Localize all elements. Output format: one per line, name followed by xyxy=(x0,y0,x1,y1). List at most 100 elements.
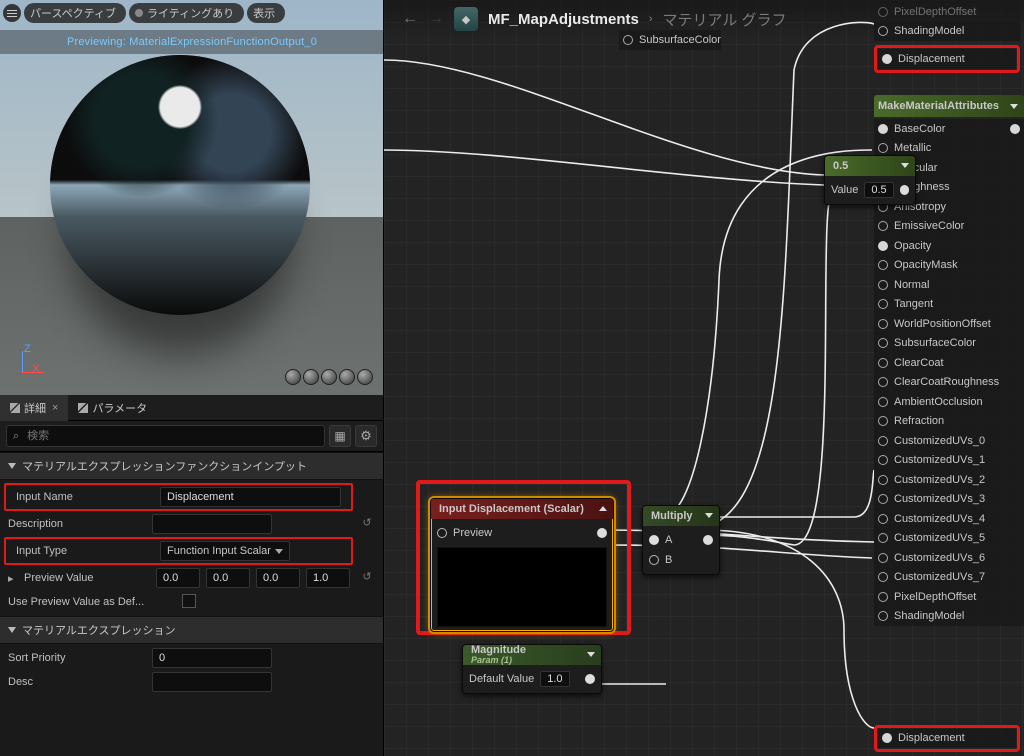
pin-label: PixelDepthOffset xyxy=(894,591,976,603)
viewport-perspective-button[interactable]: パースペクティブ xyxy=(24,3,126,23)
viewport-show-button[interactable]: 表示 xyxy=(247,3,285,23)
description-field[interactable] xyxy=(152,514,272,534)
pin-subsurfacecolor[interactable]: SubsurfaceColor xyxy=(874,334,1024,354)
pin-label: Tangent xyxy=(894,298,933,310)
pin-dot-icon xyxy=(878,592,888,602)
pin-displacement-bottom[interactable]: Displacement xyxy=(878,729,1016,749)
viewport-menu-button[interactable] xyxy=(3,4,21,22)
pin-opacity[interactable]: Opacity xyxy=(874,236,1024,256)
shape-icon[interactable] xyxy=(357,369,373,385)
chevron-up-icon[interactable] xyxy=(705,513,713,518)
pin-label: Opacity xyxy=(894,240,931,252)
node-input-displacement[interactable]: Input Displacement (Scalar) Preview xyxy=(430,498,614,632)
pin-basecolor[interactable]: BaseColor xyxy=(874,119,1024,139)
shape-icon[interactable] xyxy=(303,369,319,385)
pin-pixeldepthoffset[interactable]: PixelDepthOffset xyxy=(874,587,1024,607)
chevron-up-icon[interactable] xyxy=(901,163,909,168)
pin-shadingmodel-top[interactable]: ShadingModel xyxy=(874,22,1020,42)
material-preview-viewport[interactable]: パースペクティブ ライティングあり 表示 Previewing: Materia… xyxy=(0,0,384,395)
pin-label: ClearCoatRoughness xyxy=(894,376,999,388)
details-search-input[interactable] xyxy=(25,429,318,443)
shape-icon[interactable] xyxy=(339,369,355,385)
pin-shadingmodel[interactable]: ShadingModel xyxy=(874,607,1024,627)
preview-z-field[interactable] xyxy=(256,568,300,588)
input-name-field[interactable] xyxy=(160,487,341,507)
category-function-input[interactable]: マテリアルエクスプレッションファンクションインプット xyxy=(0,452,383,480)
tab-parameters[interactable]: パラメータ xyxy=(68,395,157,421)
prop-preview-value: ▸ Preview Value ↺ xyxy=(0,566,383,590)
pin-opacitymask[interactable]: OpacityMask xyxy=(874,256,1024,276)
chevron-up-icon[interactable] xyxy=(599,506,607,511)
pin-dot-icon xyxy=(878,514,888,524)
pin-customizeduvs_6[interactable]: CustomizedUVs_6 xyxy=(874,548,1024,568)
reset-icon[interactable]: ↺ xyxy=(359,570,375,586)
node-header-makeattr[interactable]: MakeMaterialAttributes xyxy=(874,95,1024,117)
pin-clearcoat[interactable]: ClearCoat xyxy=(874,353,1024,373)
previewing-text: Previewing: MaterialExpressionFunctionOu… xyxy=(67,36,317,48)
pin-refraction[interactable]: Refraction xyxy=(874,412,1024,432)
shape-icon[interactable] xyxy=(321,369,337,385)
expand-icon[interactable]: ▸ xyxy=(8,572,20,585)
node-multiply-title: Multiply xyxy=(651,510,693,522)
preview-shape-selector[interactable] xyxy=(285,369,373,385)
pin-customizeduvs_5[interactable]: CustomizedUVs_5 xyxy=(874,529,1024,549)
desc-field[interactable] xyxy=(152,672,272,692)
sort-priority-field[interactable] xyxy=(152,648,272,668)
output-pin[interactable] xyxy=(1010,124,1020,134)
use-preview-checkbox[interactable] xyxy=(182,594,196,608)
property-matrix-button[interactable]: ▦ xyxy=(329,425,351,447)
material-graph-canvas[interactable]: ← → ◆ MF_MapAdjustments › マテリアル グラフ Pixe… xyxy=(384,0,1024,756)
const-value-field[interactable] xyxy=(864,182,894,198)
pin-normal[interactable]: Normal xyxy=(874,275,1024,295)
nav-forward-button[interactable]: → xyxy=(428,10,444,28)
preview-w-field[interactable] xyxy=(306,568,350,588)
node-multiply[interactable]: Multiply A B xyxy=(642,505,720,575)
default-value-field[interactable] xyxy=(540,671,570,687)
close-icon[interactable]: × xyxy=(52,402,58,414)
gear-icon: ⚙ xyxy=(360,428,372,444)
pin-customizeduvs_2[interactable]: CustomizedUVs_2 xyxy=(874,470,1024,490)
pin-displacement-top[interactable]: Displacement xyxy=(878,49,1016,69)
pin-clearcoatroughness[interactable]: ClearCoatRoughness xyxy=(874,373,1024,393)
details-search[interactable]: ⌕ xyxy=(6,425,325,447)
input-pin-b[interactable] xyxy=(649,555,659,565)
input-pin-a[interactable] xyxy=(649,535,659,545)
shape-icon[interactable] xyxy=(285,369,301,385)
category-material-expression[interactable]: マテリアルエクスプレッション xyxy=(0,616,383,644)
pin-worldpositionoffset[interactable]: WorldPositionOffset xyxy=(874,314,1024,334)
pin-customizeduvs_4[interactable]: CustomizedUVs_4 xyxy=(874,509,1024,529)
input-type-dropdown[interactable]: Function Input Scalar xyxy=(160,541,290,561)
nav-back-button[interactable]: ← xyxy=(402,10,418,28)
node-magnitude[interactable]: Magnitude Param (1) Default Value xyxy=(462,644,602,694)
prop-input-name-label: Input Name xyxy=(16,491,156,503)
input-pin[interactable] xyxy=(437,528,447,538)
pin-customizeduvs_7[interactable]: CustomizedUVs_7 xyxy=(874,568,1024,588)
settings-button[interactable]: ⚙ xyxy=(355,425,377,447)
output-pin[interactable] xyxy=(585,674,595,684)
pin-label: CustomizedUVs_1 xyxy=(894,454,985,466)
output-pin[interactable] xyxy=(703,535,713,545)
breadcrumb-asset[interactable]: MF_MapAdjustments xyxy=(488,11,639,28)
viewport-perspective-label: パースペクティブ xyxy=(30,5,116,21)
pin-customizeduvs_3[interactable]: CustomizedUVs_3 xyxy=(874,490,1024,510)
pin-ambientocclusion[interactable]: AmbientOcclusion xyxy=(874,392,1024,412)
pin-customizeduvs_0[interactable]: CustomizedUVs_0 xyxy=(874,431,1024,451)
pin-subsurface[interactable]: SubsurfaceColor xyxy=(619,30,721,50)
asset-icon: ◆ xyxy=(454,7,478,31)
pin-customizeduvs_1[interactable]: CustomizedUVs_1 xyxy=(874,451,1024,471)
reset-icon[interactable]: ↺ xyxy=(359,516,375,532)
tab-details[interactable]: 詳細 × xyxy=(0,395,68,421)
node-constant-title: 0.5 xyxy=(833,160,848,172)
pin-tangent[interactable]: Tangent xyxy=(874,295,1024,315)
viewport-lighting-button[interactable]: ライティングあり xyxy=(129,3,244,23)
pin-dot-icon xyxy=(878,143,888,153)
output-pin[interactable] xyxy=(900,185,909,195)
pin-pixeldepth[interactable]: PixelDepthOffset xyxy=(874,2,1020,22)
chevron-up-icon[interactable] xyxy=(587,652,595,657)
output-pin[interactable] xyxy=(597,528,607,538)
preview-y-field[interactable] xyxy=(206,568,250,588)
node-constant[interactable]: 0.5 Value xyxy=(824,155,916,205)
preview-x-field[interactable] xyxy=(156,568,200,588)
pin-label: CustomizedUVs_2 xyxy=(894,474,985,486)
pin-emissivecolor[interactable]: EmissiveColor xyxy=(874,217,1024,237)
